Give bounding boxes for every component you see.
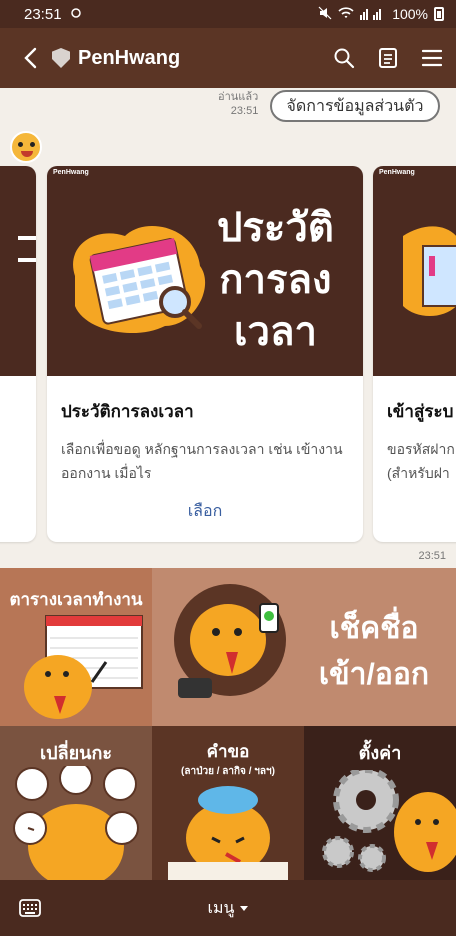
battery-icon: [434, 7, 444, 21]
shield-icon: [52, 48, 70, 68]
timetable-dog-icon: [24, 615, 143, 719]
carousel-card-prev[interactable]: [0, 166, 36, 542]
card-banner: PenHwang: [373, 166, 456, 376]
hamburger-icon[interactable]: [420, 46, 444, 70]
bottom-bar: เมนู: [0, 880, 456, 936]
battery-percent: 100%: [392, 6, 428, 22]
card-description: เลือกเพื่อขอดู หลักฐานการลงเวลา เช่น เข้…: [61, 441, 343, 481]
status-bar: 23:51 100%: [0, 0, 456, 28]
read-receipt: อ่านแล้ว 23:51: [218, 90, 258, 118]
menu-tile-timetable[interactable]: ตารางเวลาทำงาน: [0, 568, 152, 726]
carousel-card[interactable]: PenHwang ประวัติ การลง เวลา ประวัติการลง…: [47, 166, 363, 542]
menu-tile-label: เปลี่ยนกะ: [39, 743, 113, 763]
carousel-card-next[interactable]: PenHwang เข้าสู่ระบ ขอรหัสฝาก (สำหรับฝา: [373, 166, 456, 542]
notification-icon: [70, 6, 82, 23]
rich-menu: ตารางเวลาทำงาน เช็คชื่อ เข้า/ออก เปลี่ยน…: [0, 568, 456, 880]
card-title: เข้าสู่ระบ: [387, 402, 454, 421]
menu-toggle-label: เมนู: [207, 899, 235, 917]
settings-gear-dog-icon: [322, 770, 456, 872]
chat-area[interactable]: อ่านแล้ว 23:51 จัดการข้อมูลส่วนตัว PenHw…: [0, 88, 456, 568]
bot-avatar[interactable]: [10, 131, 42, 163]
calendar-icon: [73, 226, 206, 334]
mute-icon: [318, 6, 332, 23]
message-time: 23:51: [418, 550, 446, 562]
read-time: 23:51: [230, 105, 259, 117]
chat-header: PenHwang: [0, 28, 456, 88]
menu-tile-label: ตารางเวลาทำงาน: [9, 590, 143, 609]
menu-tile-change-shift[interactable]: เปลี่ยนกะ: [0, 726, 152, 880]
keyboard-icon[interactable]: [18, 896, 42, 920]
menu-tile-label: เช็คชื่อ เข้า/ออก: [318, 612, 430, 691]
menu-tile-label: ตั้งค่า: [358, 743, 402, 763]
menu-tile-check-in-out[interactable]: เช็คชื่อ เข้า/ออก: [152, 568, 456, 726]
menu-tile-request[interactable]: คำขอ (ลาป่วย / ลากิจ / ฯลฯ): [152, 726, 304, 880]
menu-tile-sublabel: (ลาป่วย / ลากิจ / ฯลฯ): [181, 766, 275, 777]
caret-down-icon: [240, 905, 249, 911]
sick-dog-icon: [168, 786, 288, 880]
back-arrow-icon[interactable]: [12, 38, 48, 78]
signal-icon: [360, 6, 386, 23]
notes-icon[interactable]: [376, 46, 400, 70]
search-icon[interactable]: [332, 46, 356, 70]
card-banner: PenHwang ประวัติ การลง เวลา: [47, 166, 363, 376]
wifi-icon: [338, 6, 354, 23]
menu-toggle-button[interactable]: เมนู: [208, 896, 249, 921]
laptop-icon: [403, 226, 456, 316]
card-title: ประวัติการลงเวลา: [61, 402, 194, 421]
card-select-button[interactable]: เลือก: [47, 499, 363, 524]
change-shift-dog-icon: [13, 766, 139, 880]
manage-personal-data-button[interactable]: จัดการข้อมูลส่วนตัว: [270, 90, 440, 122]
check-in-dog-icon: [174, 584, 286, 698]
card-description: ขอรหัสฝาก (สำหรับฝา: [387, 441, 455, 481]
card-brand: PenHwang: [379, 169, 415, 176]
menu-tile-label: คำขอ: [206, 742, 250, 761]
menu-tile-settings[interactable]: ตั้งค่า: [304, 726, 456, 880]
card-brand: PenHwang: [53, 169, 89, 176]
chat-title: PenHwang: [78, 46, 181, 69]
read-label: อ่านแล้ว: [218, 91, 259, 103]
card-banner-text: ประวัติ การลง เวลา: [217, 206, 334, 354]
status-time: 23:51: [24, 5, 62, 23]
